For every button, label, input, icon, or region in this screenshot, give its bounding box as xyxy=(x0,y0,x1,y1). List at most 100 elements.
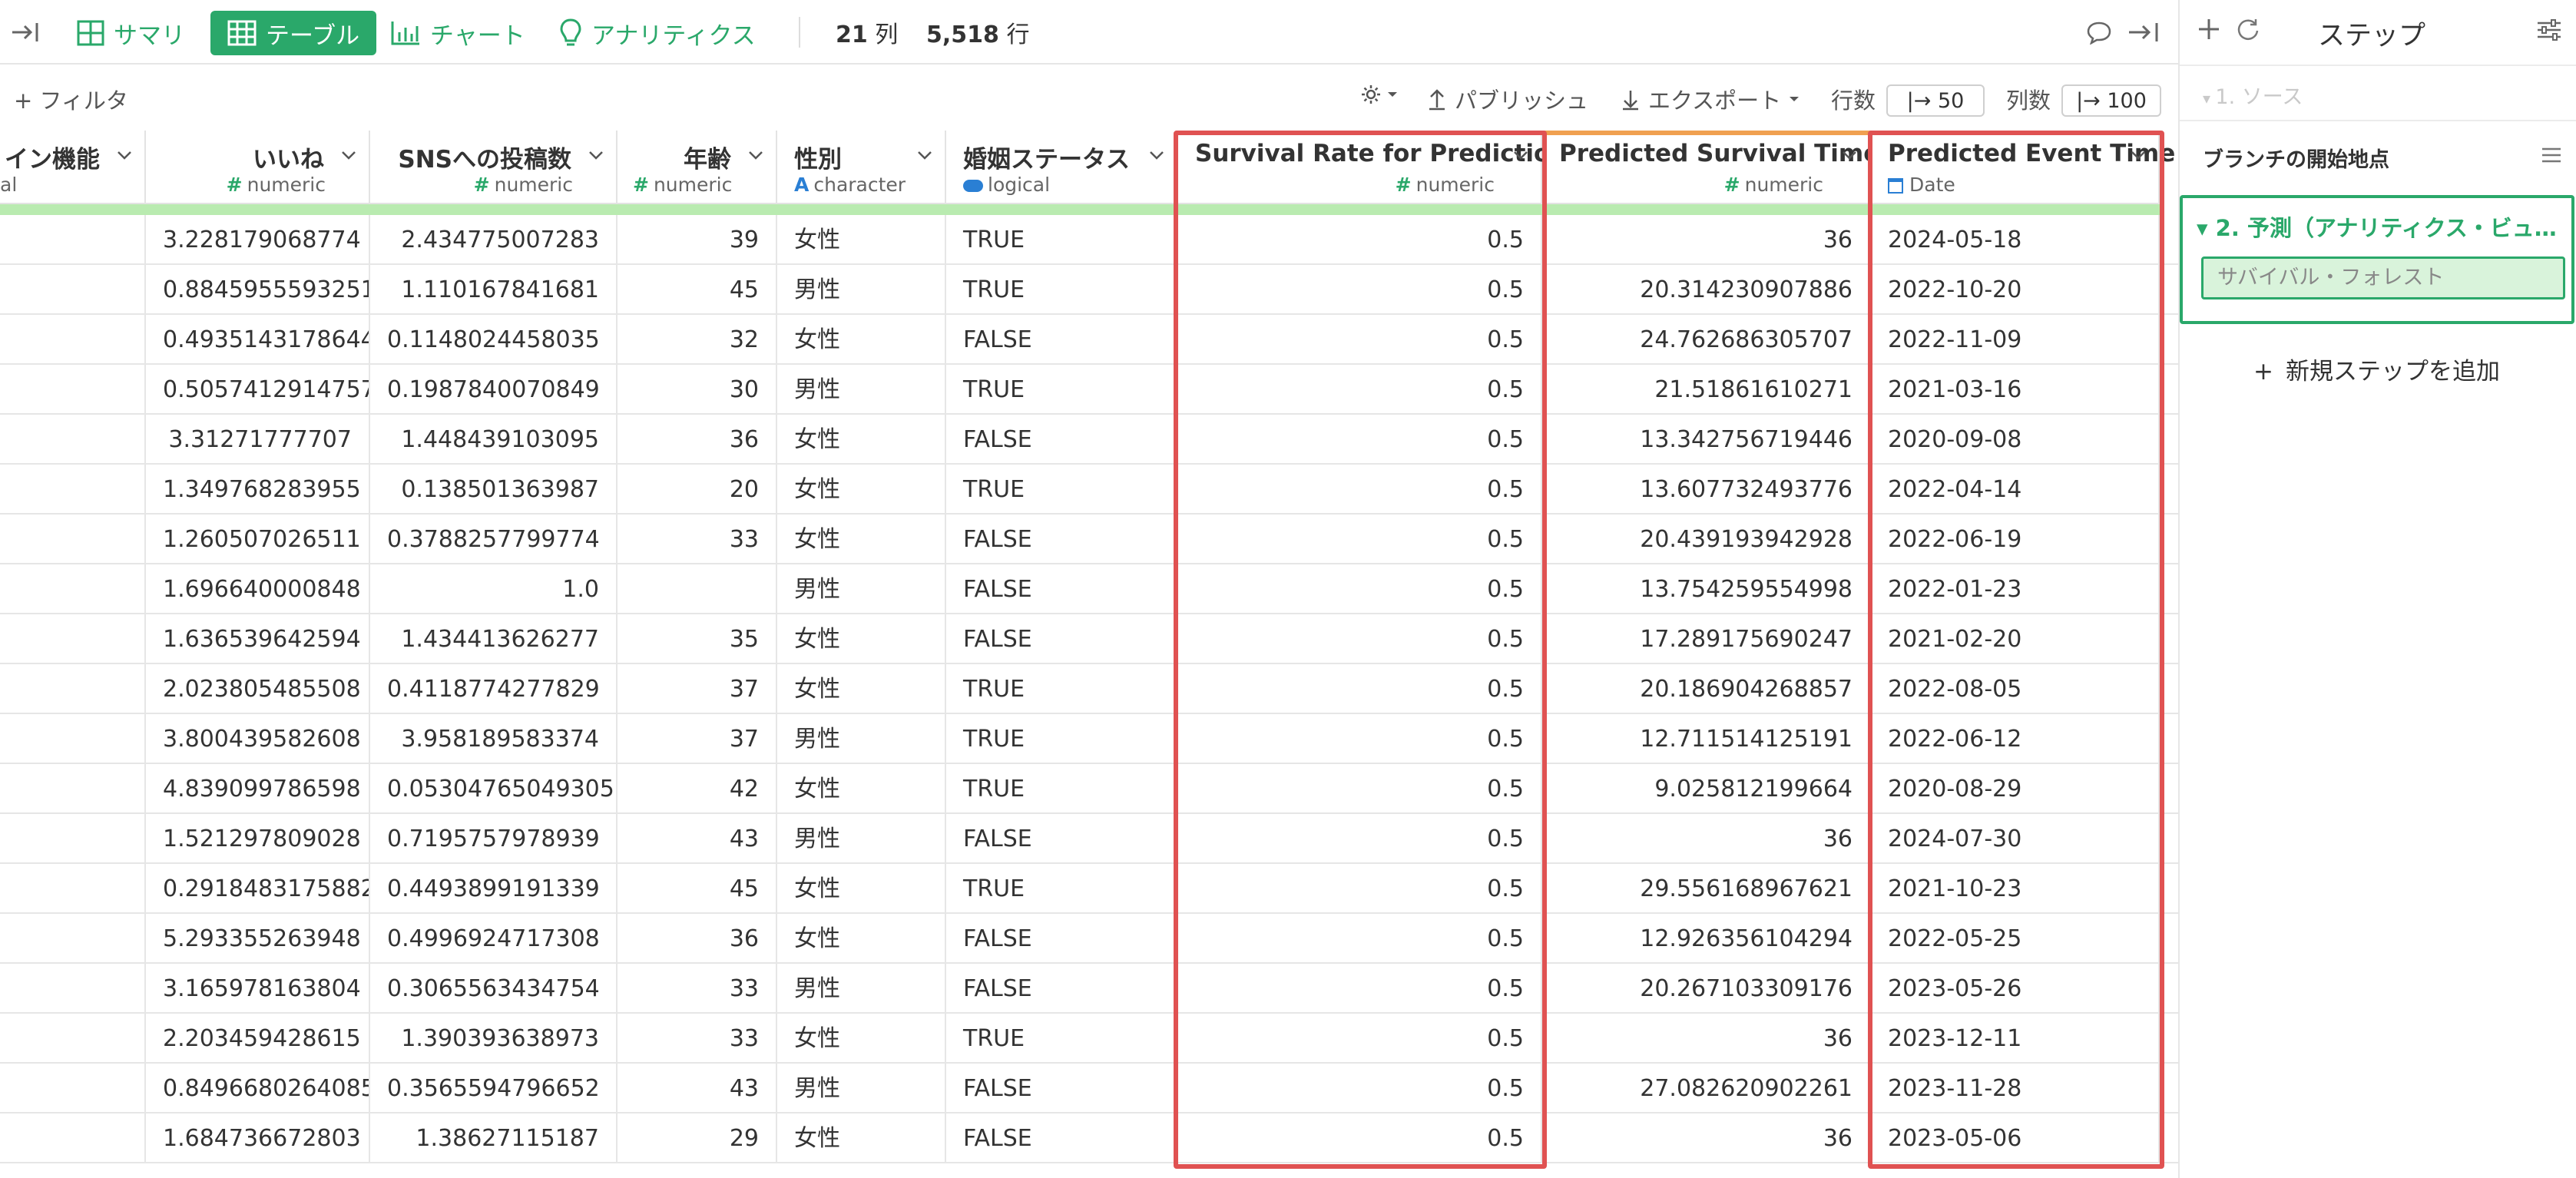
table-cell[interactable]: TRUE xyxy=(946,764,1178,814)
table-cell[interactable] xyxy=(0,315,146,365)
refresh-icon[interactable] xyxy=(2235,17,2261,41)
table-cell[interactable]: 男性 xyxy=(777,964,946,1014)
table-cell[interactable]: 1.0 xyxy=(370,564,618,614)
table-cell[interactable]: FALSE xyxy=(946,964,1178,1014)
menu-icon[interactable] xyxy=(2541,146,2562,164)
table-cell[interactable]: 33 xyxy=(618,964,777,1014)
table-cell[interactable]: 1.110167841681 xyxy=(370,265,618,315)
table-cell[interactable]: 男性 xyxy=(777,1064,946,1113)
column-header-marital-status[interactable]: 婚姻ステータス logical xyxy=(946,131,1178,204)
table-cell[interactable]: FALSE xyxy=(946,814,1178,864)
table-cell[interactable] xyxy=(0,265,146,315)
column-header-predicted-event-time[interactable]: Predicted Event Time Date xyxy=(1871,131,2175,204)
table-cell[interactable]: 37 xyxy=(618,714,777,764)
table-cell[interactable]: 42 xyxy=(618,764,777,814)
table-cell[interactable]: FALSE xyxy=(946,914,1178,964)
table-cell[interactable] xyxy=(0,814,146,864)
table-row[interactable]: 2.023805485508 0.4118774277829 37 女性 TRUE 0.5… xyxy=(0,664,2178,714)
table-cell[interactable] xyxy=(0,764,146,814)
settings-dropdown[interactable] xyxy=(1359,83,1399,106)
tab-table[interactable]: テーブル xyxy=(210,11,377,55)
table-cell[interactable]: 36 xyxy=(618,914,777,964)
table-cell[interactable]: 2021-03-16 xyxy=(1871,365,2160,415)
table-cell[interactable]: 36 xyxy=(618,415,777,465)
table-cell[interactable]: TRUE xyxy=(946,864,1178,914)
table-cell[interactable]: 2024-05-18 xyxy=(1871,215,2160,265)
table-cell[interactable]: 36 xyxy=(1542,814,1871,864)
table-cell[interactable] xyxy=(0,1014,146,1064)
table-row[interactable]: 3.800439582608 3.958189583374 37 男性 TRUE 0.5 1… xyxy=(0,714,2178,764)
table-cell[interactable]: 30 xyxy=(618,365,777,415)
table-cell[interactable]: FALSE xyxy=(946,1113,1178,1163)
table-cell[interactable]: FALSE xyxy=(946,564,1178,614)
table-cell[interactable]: 3.228179068774 xyxy=(146,215,370,265)
table-cell[interactable]: 39 xyxy=(618,215,777,265)
table-cell[interactable]: 1.636539642594 xyxy=(146,614,370,664)
table-cell[interactable]: 男性 xyxy=(777,265,946,315)
column-header-likes[interactable]: いいね # numeric xyxy=(146,131,370,204)
cols-limit-input[interactable]: |→ 100 xyxy=(2061,84,2161,117)
table-cell[interactable]: 20.314230907886 xyxy=(1542,265,1871,315)
table-cell[interactable]: 2021-02-20 xyxy=(1871,614,2160,664)
chevron-down-icon[interactable] xyxy=(115,146,134,164)
table-cell[interactable]: 0.5 xyxy=(1178,714,1542,764)
table-cell[interactable]: 0.5057412914757 xyxy=(146,365,370,415)
table-cell[interactable]: 男性 xyxy=(777,365,946,415)
table-cell[interactable] xyxy=(0,914,146,964)
table-cell[interactable]: 0.5 xyxy=(1178,1113,1542,1163)
table-cell[interactable]: 2022-06-19 xyxy=(1871,515,2160,564)
table-cell[interactable]: 17.289175690247 xyxy=(1542,614,1871,664)
table-cell[interactable]: TRUE xyxy=(946,664,1178,714)
table-cell[interactable]: 21.51861610271 xyxy=(1542,365,1871,415)
table-cell[interactable]: 0.5 xyxy=(1178,315,1542,365)
plus-icon[interactable] xyxy=(2197,17,2221,41)
table-cell[interactable]: 女性 xyxy=(777,914,946,964)
table-row[interactable]: 1.684736672803 1.38627115187 29 女性 FALSE 0.5 3… xyxy=(0,1113,2178,1163)
table-cell[interactable]: TRUE xyxy=(946,465,1178,515)
column-header-gender[interactable]: 性別 Acharacter xyxy=(777,131,946,204)
table-cell[interactable]: 0.5 xyxy=(1178,1064,1542,1113)
table-cell[interactable]: 2020-09-08 xyxy=(1871,415,2160,465)
table-cell[interactable]: 29.556168967621 xyxy=(1542,864,1871,914)
table-cell[interactable]: 24.762686305707 xyxy=(1542,315,1871,365)
table-cell[interactable]: 女性 xyxy=(777,864,946,914)
table-cell[interactable]: 20.267103309176 xyxy=(1542,964,1871,1014)
table-cell[interactable]: 女性 xyxy=(777,415,946,465)
table-cell[interactable]: TRUE xyxy=(946,215,1178,265)
table-cell[interactable] xyxy=(0,664,146,714)
table-cell[interactable]: 2022-01-23 xyxy=(1871,564,2160,614)
table-cell[interactable]: 13.607732493776 xyxy=(1542,465,1871,515)
table-cell[interactable] xyxy=(0,215,146,265)
table-cell[interactable]: 0.5 xyxy=(1178,215,1542,265)
column-header-age[interactable]: 年齢 # numeric xyxy=(618,131,777,204)
table-cell[interactable]: 36 xyxy=(1542,1014,1871,1064)
table-cell[interactable]: 5.293355263948 xyxy=(146,914,370,964)
table-cell[interactable]: FALSE xyxy=(946,315,1178,365)
table-cell[interactable]: 女性 xyxy=(777,465,946,515)
table-cell[interactable]: 2023-11-28 xyxy=(1871,1064,2160,1113)
table-cell[interactable] xyxy=(0,964,146,1014)
table-cell[interactable]: 12.711514125191 xyxy=(1542,714,1871,764)
table-row[interactable]: 4.839099786598 0.05304765049305 42 女性 TRUE 0.… xyxy=(0,764,2178,814)
table-cell[interactable]: 0.4996924717308 xyxy=(370,914,618,964)
tab-chart[interactable]: チャート xyxy=(390,11,525,55)
table-row[interactable]: 3.228179068774 2.434775007283 39 女性 TRUE 0.5 3… xyxy=(0,215,2178,265)
sliders-icon[interactable] xyxy=(2536,18,2562,41)
table-cell[interactable]: 1.390393638973 xyxy=(370,1014,618,1064)
table-cell[interactable]: 0.7195757978939 xyxy=(370,814,618,864)
table-row[interactable]: 0.2918483175882 0.4493899191339 45 女性 TRUE 0.… xyxy=(0,864,2178,914)
table-cell[interactable]: 4.839099786598 xyxy=(146,764,370,814)
table-cell[interactable]: 3.165978163804 xyxy=(146,964,370,1014)
table-cell[interactable]: 2022-06-12 xyxy=(1871,714,2160,764)
table-row[interactable]: 2.203459428615 1.390393638973 33 女性 TRUE 0.5 3… xyxy=(0,1014,2178,1064)
table-cell[interactable]: 32 xyxy=(618,315,777,365)
table-cell[interactable]: 男性 xyxy=(777,714,946,764)
table-cell[interactable]: FALSE xyxy=(946,614,1178,664)
table-cell[interactable]: 女性 xyxy=(777,764,946,814)
table-cell[interactable]: 45 xyxy=(618,864,777,914)
table-cell[interactable]: 27.082620902261 xyxy=(1542,1064,1871,1113)
table-cell[interactable]: 2023-05-06 xyxy=(1871,1113,2160,1163)
table-cell[interactable]: 2021-10-23 xyxy=(1871,864,2160,914)
table-cell[interactable]: 女性 xyxy=(777,315,946,365)
publish-button[interactable]: パブリッシュ xyxy=(1427,83,1588,115)
